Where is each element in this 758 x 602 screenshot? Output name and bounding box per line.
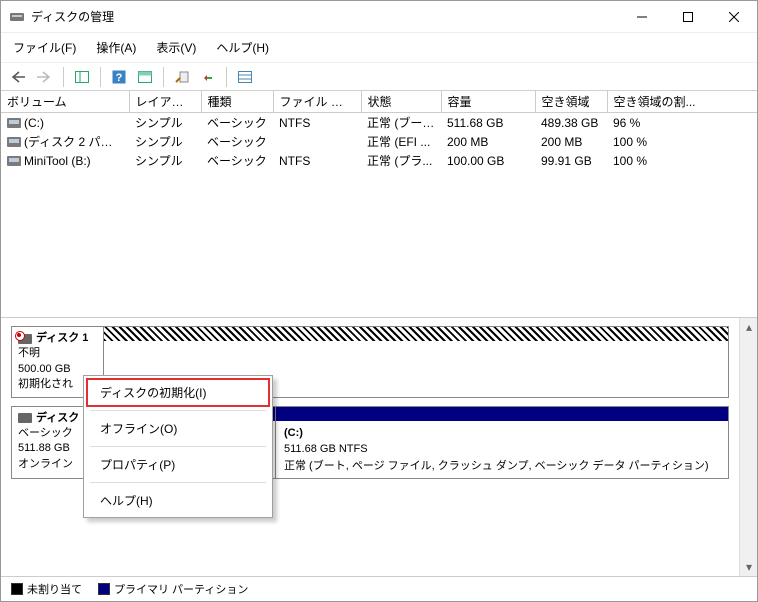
legend-bar: 未割り当て プライマリ パーティション: [1, 576, 757, 601]
scrollbar[interactable]: ▴ ▾: [739, 318, 757, 576]
ctx-offline[interactable]: オフライン(O): [86, 414, 270, 443]
cell-type: ベーシック: [201, 132, 273, 151]
col-layout[interactable]: レイアウト: [129, 91, 201, 113]
toolbar: ?: [1, 63, 757, 91]
cell-status: 正常 (ブート...: [361, 113, 441, 133]
col-pct[interactable]: 空き領域の割...: [607, 91, 757, 113]
cell-fs: [273, 132, 361, 151]
ctx-initialize-disk[interactable]: ディスクの初期化(I): [86, 378, 270, 407]
col-volume[interactable]: ボリューム: [1, 91, 129, 113]
menu-bar: ファイル(F) 操作(A) 表示(V) ヘルプ(H): [1, 33, 757, 63]
close-button[interactable]: [711, 2, 757, 32]
svg-text:?: ?: [116, 72, 123, 84]
legend-swatch-unallocated: [11, 583, 23, 595]
col-type[interactable]: 種類: [201, 91, 273, 113]
partition-status: 正常 (ブート, ページ ファイル, クラッシュ ダンプ, ベーシック データ …: [284, 458, 720, 475]
menu-help[interactable]: ヘルプ(H): [212, 37, 273, 58]
cell-layout: シンプル: [129, 151, 201, 170]
disk-icon: [18, 413, 32, 423]
scroll-down-icon[interactable]: ▾: [740, 558, 757, 576]
title-bar: ディスクの管理: [1, 1, 757, 33]
cell-type: ベーシック: [201, 151, 273, 170]
col-free[interactable]: 空き領域: [535, 91, 607, 113]
minimize-button[interactable]: [619, 2, 665, 32]
col-capacity[interactable]: 容量: [441, 91, 535, 113]
cell-capacity: 511.68 GB: [441, 113, 535, 133]
context-menu: ディスクの初期化(I) オフライン(O) プロパティ(P) ヘルプ(H): [83, 375, 273, 518]
drive-icon: [7, 156, 21, 166]
scroll-up-icon[interactable]: ▴: [740, 318, 757, 336]
app-icon: [9, 9, 25, 25]
col-fs[interactable]: ファイル システム: [273, 91, 361, 113]
disk-error-icon: [18, 334, 32, 344]
cell-free: 200 MB: [535, 132, 607, 151]
cell-volume: MiniTool (B:): [1, 151, 129, 170]
disk-status: 不明: [18, 346, 97, 361]
cell-volume: (ディスク 2 パーティシ...: [1, 132, 129, 151]
menu-view[interactable]: 表示(V): [152, 37, 200, 58]
cell-free: 489.38 GB: [535, 113, 607, 133]
legend-swatch-primary: [98, 583, 110, 595]
cell-status: 正常 (EFI ...: [361, 132, 441, 151]
show-hide-console-tree-button[interactable]: [70, 66, 94, 88]
cell-type: ベーシック: [201, 113, 273, 133]
toolbar-separator: [63, 67, 64, 87]
drive-icon: [7, 137, 21, 147]
cell-pct: 96 %: [607, 113, 757, 133]
cell-capacity: 100.00 GB: [441, 151, 535, 170]
partition-body: (C:) 511.68 GB NTFS 正常 (ブート, ページ ファイル, ク…: [276, 421, 728, 479]
context-menu-separator: [90, 482, 266, 483]
cell-free: 99.91 GB: [535, 151, 607, 170]
partition-c[interactable]: (C:) 511.68 GB NTFS 正常 (ブート, ページ ファイル, ク…: [276, 407, 728, 479]
toolbar-separator: [100, 67, 101, 87]
back-button[interactable]: [7, 66, 31, 88]
cell-layout: シンプル: [129, 113, 201, 133]
cell-pct: 100 %: [607, 132, 757, 151]
volume-table-header-row: ボリューム レイアウト 種類 ファイル システム 状態 容量 空き領域 空き領域…: [1, 91, 757, 113]
cell-capacity: 200 MB: [441, 132, 535, 151]
partition-bar-unallocated: [104, 327, 728, 341]
table-row[interactable]: (ディスク 2 パーティシ... シンプル ベーシック 正常 (EFI ... …: [1, 132, 757, 151]
cell-layout: シンプル: [129, 132, 201, 151]
disk-name: ディスク 1: [18, 331, 97, 346]
cell-fs: NTFS: [273, 113, 361, 133]
ctx-help[interactable]: ヘルプ(H): [86, 486, 270, 515]
drive-icon: [7, 118, 21, 128]
volume-list-pane[interactable]: ボリューム レイアウト 種類 ファイル システム 状態 容量 空き領域 空き領域…: [1, 91, 757, 318]
partition-size: 511.68 GB NTFS: [284, 441, 720, 458]
col-status[interactable]: 状態: [361, 91, 441, 113]
ctx-properties[interactable]: プロパティ(P): [86, 450, 270, 479]
list-view-button[interactable]: [233, 66, 257, 88]
forward-button[interactable]: [33, 66, 57, 88]
menu-action[interactable]: 操作(A): [92, 37, 140, 58]
window-controls: [619, 2, 757, 32]
legend-unallocated: 未割り当て: [11, 581, 82, 597]
partition-title: (C:): [284, 425, 720, 442]
cell-fs: NTFS: [273, 151, 361, 170]
window-title: ディスクの管理: [31, 8, 619, 25]
refresh-button[interactable]: [196, 66, 220, 88]
menu-file[interactable]: ファイル(F): [9, 37, 80, 58]
table-row[interactable]: (C:) シンプル ベーシック NTFS 正常 (ブート... 511.68 G…: [1, 113, 757, 133]
table-row[interactable]: MiniTool (B:) シンプル ベーシック NTFS 正常 (プラ... …: [1, 151, 757, 170]
legend-primary: プライマリ パーティション: [98, 581, 248, 597]
disk-management-window: ディスクの管理 ファイル(F) 操作(A) 表示(V) ヘルプ(H): [0, 0, 758, 602]
cell-pct: 100 %: [607, 151, 757, 170]
help-button[interactable]: ?: [107, 66, 131, 88]
cell-volume: (C:): [1, 113, 129, 133]
toolbar-separator: [163, 67, 164, 87]
partition-bar-primary: [276, 407, 728, 421]
volume-table: ボリューム レイアウト 種類 ファイル システム 状態 容量 空き領域 空き領域…: [1, 91, 757, 170]
maximize-button[interactable]: [665, 2, 711, 32]
context-menu-separator: [90, 446, 266, 447]
cell-status: 正常 (プラ...: [361, 151, 441, 170]
toolbar-separator: [226, 67, 227, 87]
view-top-button[interactable]: [133, 66, 157, 88]
context-menu-separator: [90, 410, 266, 411]
properties-button[interactable]: [170, 66, 194, 88]
